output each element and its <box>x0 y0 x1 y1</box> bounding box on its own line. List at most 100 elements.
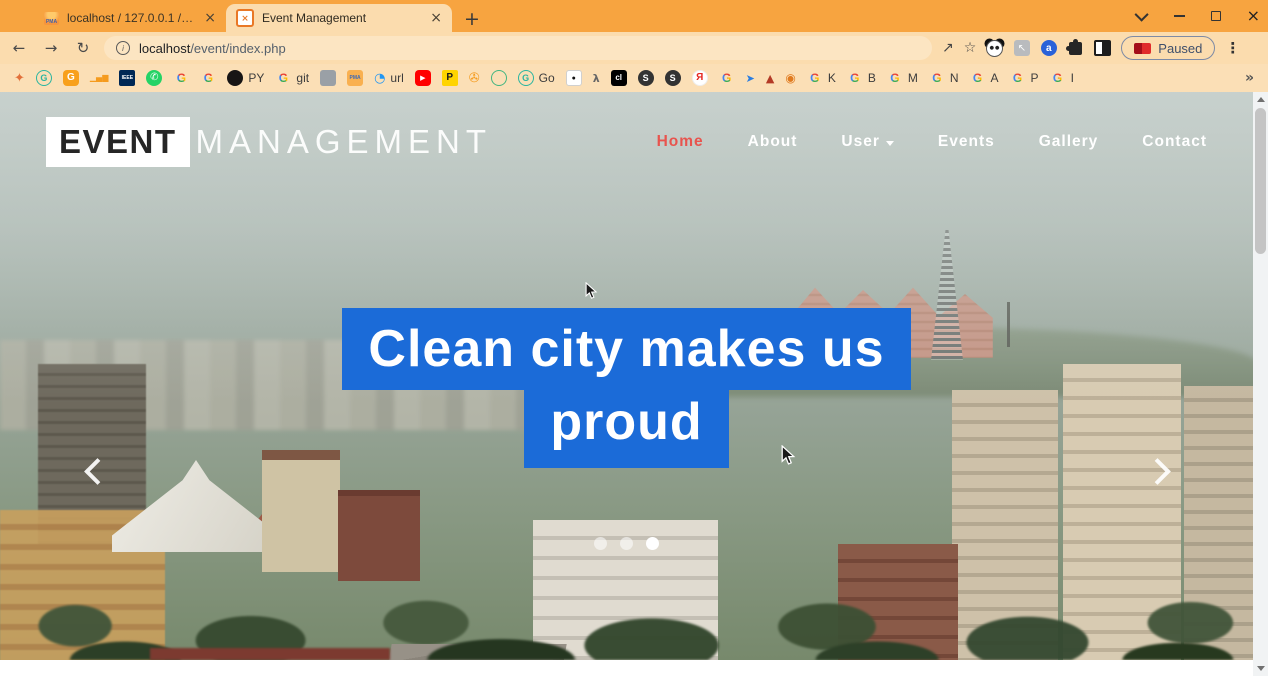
bookmark-item[interactable]: ◉ <box>785 70 795 86</box>
bookmark-item[interactable]: G <box>36 70 52 86</box>
bookmark-item[interactable]: ◔ url <box>374 70 404 86</box>
close-window-button[interactable]: × <box>1247 8 1260 24</box>
bookmark-item[interactable]: GI <box>1050 70 1074 86</box>
bookmark-item[interactable]: GB <box>847 70 876 86</box>
ieee-icon: IEEE <box>119 70 135 86</box>
nav-item-gallery[interactable]: Gallery <box>1039 133 1099 151</box>
google-icon: G <box>719 70 735 86</box>
bookmarks-bar: ✦GG▁▄▆IEEE✆GGPYGgitPMA◔url▶P✇GGo●λclSSЯG… <box>0 64 1268 92</box>
github-icon <box>227 70 243 86</box>
diamond-icon: ✦ <box>14 70 25 86</box>
carousel-dot-2[interactable] <box>620 537 633 550</box>
analytics-icon: ▁▄▆ <box>90 70 108 86</box>
bookmark-item[interactable]: cl <box>611 70 627 86</box>
bookmark-item[interactable]: G <box>173 70 189 86</box>
carousel-dot-3[interactable] <box>646 537 659 550</box>
nav-item-home[interactable]: Home <box>657 133 704 151</box>
tab-title: localhost / 127.0.0.1 / eventdb / ... <box>67 11 196 25</box>
nav-item-about[interactable]: About <box>748 133 798 151</box>
matlab-icon: ▲ <box>766 70 774 86</box>
bookmark-item[interactable] <box>320 70 336 86</box>
bookmark-item[interactable]: ✦ <box>14 70 25 86</box>
speedometer-icon: ◔ <box>374 70 385 86</box>
url-host: localhost <box>139 41 190 56</box>
back-button[interactable]: ← <box>8 39 30 57</box>
bookmark-item[interactable]: G <box>63 70 79 86</box>
google-icon: G <box>970 70 986 86</box>
bookmark-item[interactable] <box>491 70 507 86</box>
eye-icon: ◉ <box>785 70 795 86</box>
bookmark-item[interactable]: G <box>200 70 216 86</box>
nav-item-user[interactable]: User <box>841 133 893 151</box>
site-logo[interactable]: EVENT MANAGEMENT <box>46 117 492 167</box>
bookmark-item[interactable]: ▶ <box>415 70 431 86</box>
bookmark-label: PY <box>248 71 264 85</box>
bird-icon: ● <box>566 70 582 86</box>
bookmark-label: url <box>390 71 403 85</box>
red-building-strip <box>150 648 390 660</box>
bookmark-item[interactable]: » <box>1245 70 1254 86</box>
ring-icon <box>491 70 507 86</box>
extensions-puzzle-icon[interactable] <box>1067 40 1084 57</box>
close-tab-icon[interactable]: × <box>430 11 442 25</box>
panda-extension-icon[interactable] <box>986 40 1003 57</box>
yandex-icon: Я <box>692 70 708 86</box>
bookmark-item[interactable]: ✆ <box>146 70 162 86</box>
share-icon[interactable]: ↗ <box>942 40 954 56</box>
bookmark-item[interactable]: PMA <box>347 70 363 86</box>
reload-button[interactable]: ↻ <box>72 39 94 57</box>
bookmark-item[interactable]: ➤ <box>746 70 755 86</box>
bookmark-item[interactable]: λ <box>593 70 600 86</box>
browser-menu-icon[interactable]: ⋮ <box>1225 39 1240 57</box>
chevron-down-icon <box>886 141 894 146</box>
bookmark-item[interactable]: Ggit <box>275 70 309 86</box>
bookmark-star-icon[interactable]: ☆ <box>964 40 977 56</box>
close-tab-icon[interactable]: × <box>204 11 216 25</box>
bookmark-item[interactable]: P <box>442 70 458 86</box>
scrollbar-thumb[interactable] <box>1255 108 1266 254</box>
maximize-button[interactable] <box>1211 11 1221 21</box>
minimize-button[interactable] <box>1174 15 1185 17</box>
bookmark-item[interactable]: PY <box>227 70 264 86</box>
new-tab-button[interactable]: + <box>464 10 480 29</box>
bookmark-item[interactable]: GM <box>887 70 918 86</box>
page-scrollbar[interactable] <box>1253 92 1268 676</box>
bookmark-item[interactable]: ▲ <box>766 70 774 86</box>
forward-button[interactable]: → <box>40 39 62 57</box>
bookmark-item[interactable]: ▁▄▆ <box>90 70 108 86</box>
xampp-icon: ⨯ <box>236 9 254 27</box>
bookmark-item[interactable]: GP <box>1010 70 1039 86</box>
grammarly-icon: G <box>36 70 52 86</box>
bookmark-item[interactable]: ✇ <box>469 70 480 86</box>
bookmark-item[interactable]: G <box>719 70 735 86</box>
window-controls: × <box>1138 0 1260 32</box>
phpmyadmin-icon: PMA <box>44 12 59 25</box>
bookmark-item[interactable]: GA <box>970 70 999 86</box>
carousel-dot-1[interactable] <box>594 537 607 550</box>
bookmark-item[interactable]: GK <box>807 70 836 86</box>
side-panel-icon[interactable] <box>1094 40 1111 57</box>
bookmark-item[interactable]: GGo <box>518 70 555 86</box>
window-chevron-icon[interactable] <box>1138 11 1148 21</box>
bookmark-item[interactable]: S <box>638 70 654 86</box>
hand-extension-icon[interactable]: ↖ <box>1013 40 1030 57</box>
nav-item-contact[interactable]: Contact <box>1142 133 1207 151</box>
bookmark-item[interactable]: GN <box>929 70 959 86</box>
bookmark-item[interactable]: Я <box>692 70 708 86</box>
bookmark-item[interactable]: ● <box>566 70 582 86</box>
tab-event-management[interactable]: ⨯ Event Management × <box>226 4 452 32</box>
phpmyadmin-icon: PMA <box>347 70 363 86</box>
scroll-down-icon[interactable] <box>1257 666 1265 671</box>
tab-phpmyadmin[interactable]: PMA localhost / 127.0.0.1 / eventdb / ..… <box>34 4 226 32</box>
scroll-up-icon[interactable] <box>1257 97 1265 102</box>
nav-item-events[interactable]: Events <box>938 133 995 151</box>
site-info-icon[interactable]: i <box>116 41 130 55</box>
a-extension-icon[interactable]: a <box>1040 40 1057 57</box>
address-bar[interactable]: i localhost/event/index.php <box>104 36 932 60</box>
hero-heading: Clean city makes us proud <box>0 308 1253 468</box>
s-circle-icon: S <box>665 70 681 86</box>
bookmark-item[interactable]: S <box>665 70 681 86</box>
google-icon: G <box>275 70 291 86</box>
bookmark-item[interactable]: IEEE <box>119 70 135 86</box>
paused-extension-button[interactable]: Paused <box>1121 36 1215 60</box>
